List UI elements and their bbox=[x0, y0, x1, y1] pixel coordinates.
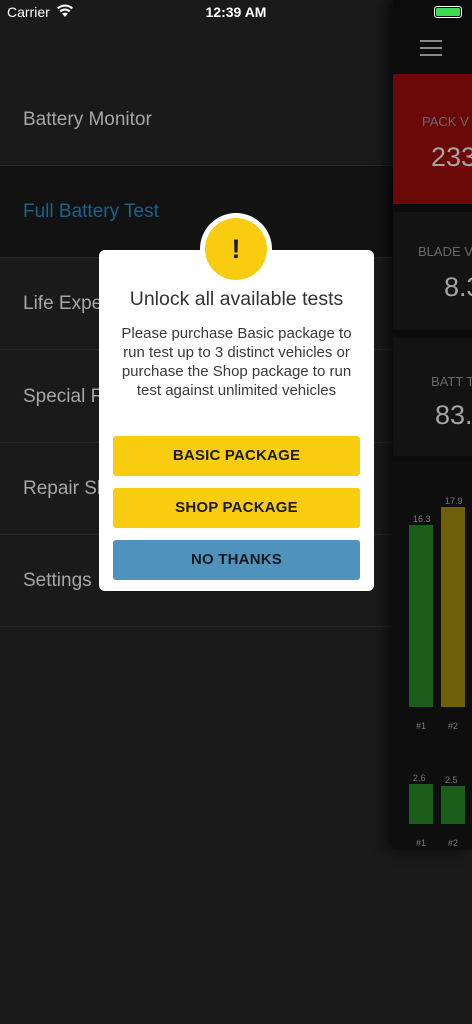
basic-package-button[interactable]: BASIC PACKAGE bbox=[113, 436, 360, 476]
dialog-title: Unlock all available tests bbox=[129, 288, 344, 310]
no-thanks-button[interactable]: NO THANKS bbox=[113, 540, 360, 580]
status-bar: Carrier 12:39 AM bbox=[0, 0, 472, 26]
dialog-message: Please purchase Basic package to run tes… bbox=[121, 325, 352, 399]
battery-icon bbox=[434, 6, 462, 18]
app-screen: Battery Monitor Full Battery Test Life E… bbox=[0, 0, 472, 1024]
unlock-dialog: Unlock all available tests Please purcha… bbox=[99, 250, 374, 591]
warning-icon: ! bbox=[205, 218, 267, 280]
shop-package-button[interactable]: SHOP PACKAGE bbox=[113, 488, 360, 528]
status-time: 12:39 AM bbox=[205, 4, 267, 20]
warning-badge: ! bbox=[200, 213, 272, 285]
